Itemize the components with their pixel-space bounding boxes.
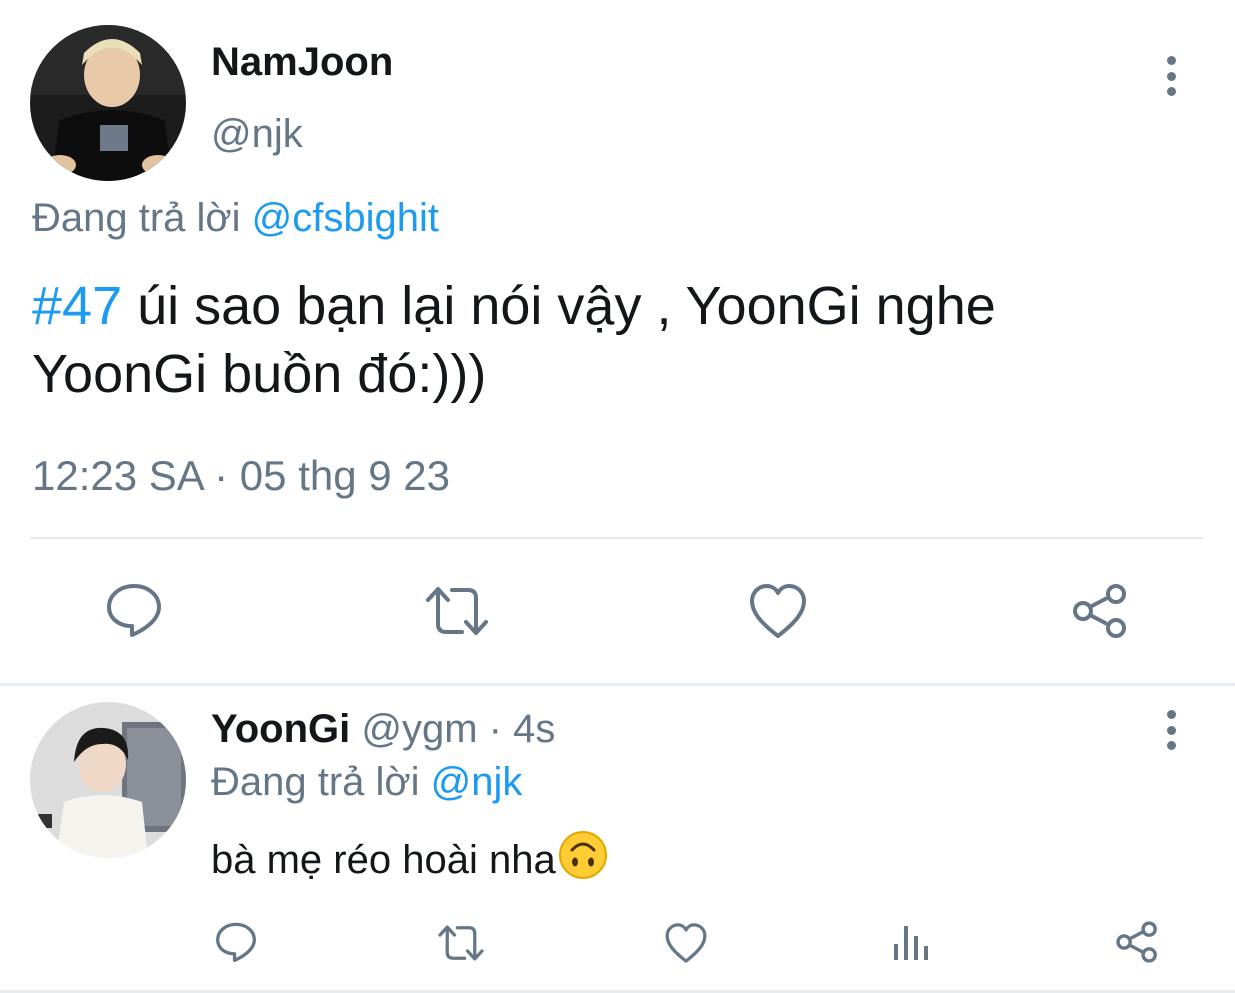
- timestamp[interactable]: 12:23 SA · 05 thg 9 23: [32, 452, 450, 500]
- reply-like-icon[interactable]: [664, 922, 708, 964]
- handle[interactable]: @njk: [211, 112, 303, 157]
- tweet-text-part: úi sao bạn lại nói vậy , YoonGi nghe: [122, 276, 996, 336]
- replying-prefix: Đang trả lời: [32, 196, 241, 240]
- divider: [30, 537, 1204, 539]
- reply-text-line: bà mẹ réo hoài nha: [211, 830, 608, 890]
- share-icon[interactable]: [1070, 582, 1130, 640]
- reply-icon[interactable]: [104, 580, 164, 640]
- reply-handle[interactable]: @ygm: [361, 707, 477, 751]
- reply-replying-to-link[interactable]: @njk: [431, 760, 523, 804]
- reply-time[interactable]: · 4s: [478, 707, 556, 751]
- reply-header: YoonGi @ygm · 4s: [211, 707, 555, 752]
- tweet-text-line2: YoonGi buồn đó:))): [32, 344, 487, 404]
- reply-display-name[interactable]: YoonGi: [211, 707, 350, 751]
- analytics-icon[interactable]: [892, 920, 932, 964]
- reply-reply-icon[interactable]: [214, 920, 258, 964]
- tweet-text-line1: #47 úi sao bạn lại nói vậy , YoonGi nghe: [32, 272, 996, 340]
- reply-more-options-icon[interactable]: [1156, 706, 1186, 754]
- avatar-yoongi[interactable]: [30, 702, 186, 858]
- tweet-text: #47 úi sao bạn lại nói vậy , YoonGi nghe…: [32, 272, 996, 408]
- replying-to-link[interactable]: @cfsbighit: [252, 196, 439, 240]
- reply-retweet-icon[interactable]: [436, 922, 486, 964]
- reply-replying-prefix: Đang trả lời: [211, 760, 420, 804]
- section-divider: [0, 683, 1235, 686]
- hashtag-link[interactable]: #47: [32, 276, 122, 336]
- reply-replying-to-line: Đang trả lời @njk: [211, 760, 522, 805]
- more-options-icon[interactable]: [1156, 52, 1186, 100]
- retweet-icon[interactable]: [424, 582, 490, 640]
- upside-down-face-emoji-icon: [558, 830, 608, 890]
- like-icon[interactable]: [748, 582, 808, 640]
- display-name[interactable]: NamJoon: [211, 40, 393, 85]
- avatar-namjoon[interactable]: [30, 25, 186, 181]
- reply-share-icon[interactable]: [1114, 920, 1160, 964]
- replying-to-line: Đang trả lời @cfsbighit: [32, 196, 439, 241]
- reply-text: bà mẹ réo hoài nha: [211, 837, 556, 882]
